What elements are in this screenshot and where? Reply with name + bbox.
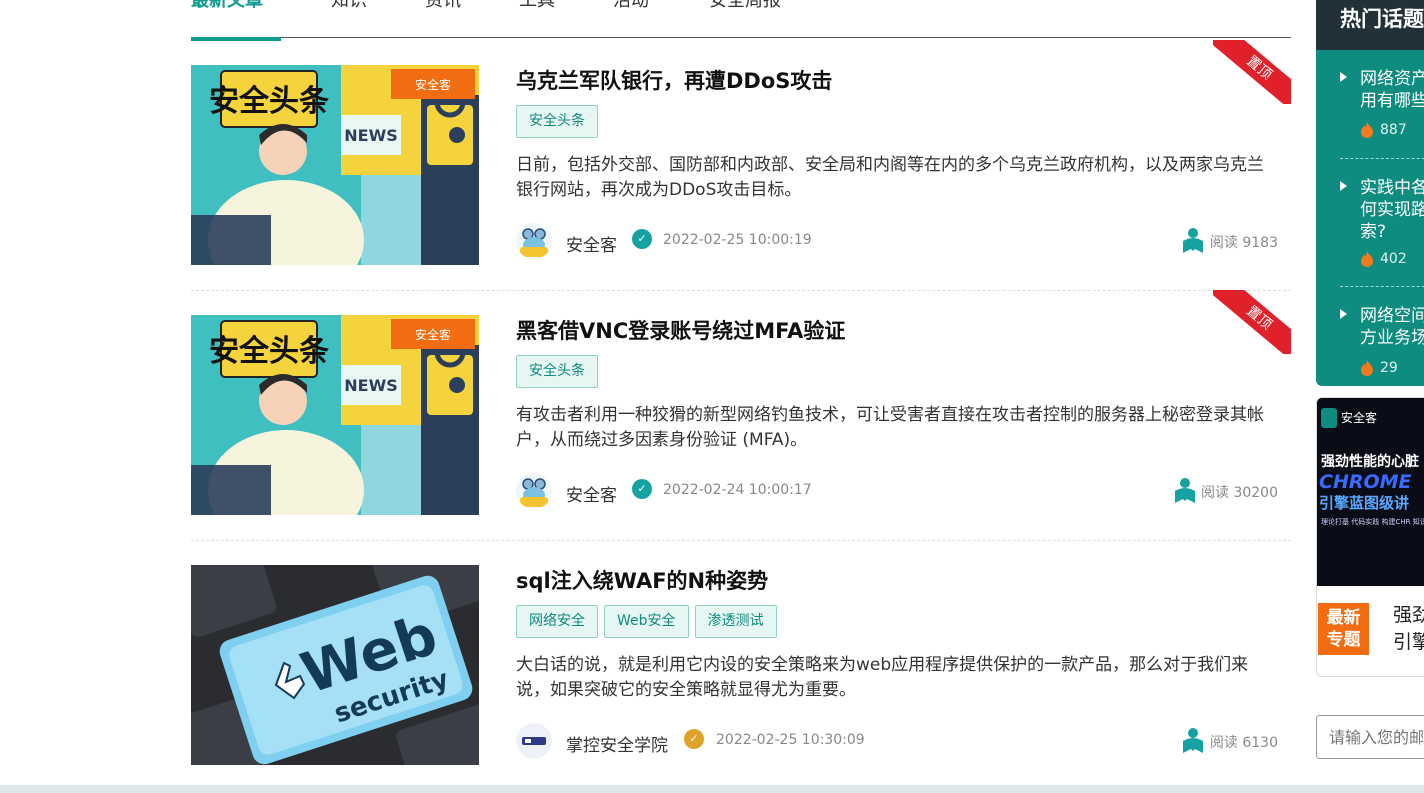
- svg-text:强劲性能的心脏: 强劲性能的心脏: [1321, 453, 1419, 470]
- read-count: 阅读 9183: [1209, 235, 1278, 251]
- article-title[interactable]: 黑客借VNC登录账号绕过MFA验证: [516, 315, 845, 345]
- special-brand: 安全客: [1341, 410, 1377, 425]
- author-name[interactable]: 掌控安全学院: [566, 731, 668, 756]
- hot-topics-title: 热门话题: [1340, 7, 1424, 31]
- verified-icon: ✓: [684, 729, 704, 749]
- tab-weekly[interactable]: 安全周报: [709, 0, 781, 12]
- divider: [191, 540, 1291, 541]
- verified-icon: ✓: [632, 479, 652, 499]
- special-topic-card[interactable]: 安全客 强劲性能的心脏 CHROME 引擎蓝图级讲 理论打基 代码实践 构建CH…: [1316, 397, 1424, 677]
- play-arrow-icon: [1340, 181, 1347, 191]
- svg-text:CHROME: CHROME: [1319, 471, 1412, 493]
- publish-date: 2022-02-25 10:30:09: [716, 732, 865, 748]
- tag[interactable]: Web安全: [604, 605, 689, 638]
- new-topic-badge: 最新 专题: [1318, 603, 1369, 655]
- hot-topic-count: 29: [1380, 360, 1398, 376]
- pinned-label: 置顶: [1213, 40, 1291, 104]
- read-count: 阅读 30200: [1201, 485, 1278, 501]
- email-subscribe-input[interactable]: [1316, 715, 1424, 759]
- tag[interactable]: 渗透测试: [694, 605, 777, 638]
- article-meta: 安全客 ✓ 2022-02-24 10:00:17 阅读 30200: [516, 473, 1278, 509]
- article-title[interactable]: sql注入绕WAF的N种姿势: [516, 565, 768, 595]
- reader-icon: [1174, 477, 1196, 503]
- hot-topic-text[interactable]: 网络空间 方业务场: [1360, 305, 1424, 349]
- footer-strip: [0, 785, 1424, 793]
- article-title[interactable]: 乌克兰军队银行，再遭DDoS攻击: [516, 65, 832, 95]
- reader-icon: [1182, 727, 1204, 753]
- play-arrow-icon: [1340, 72, 1347, 82]
- article-summary: 大白话的说，就是利用它内设的安全策略来为web应用程序提供保护的一款产品，那么对…: [516, 655, 1249, 700]
- verified-icon: ✓: [632, 229, 652, 249]
- tab-tools[interactable]: 工具: [519, 0, 555, 12]
- hot-topics-panel: 热门话题 网络资产 用有哪些 887 实践中各 何实现路 索? 402 网络空间…: [1316, 0, 1424, 386]
- tag[interactable]: 安全头条: [516, 105, 598, 138]
- special-topic-title[interactable]: 强劲 引擎: [1393, 602, 1424, 656]
- svg-text:NEWS: NEWS: [344, 376, 398, 395]
- read-count: 阅读 6130: [1209, 735, 1278, 751]
- tab-latest[interactable]: 最新文章: [191, 0, 263, 12]
- article-card: 安全头条 安全客 NEWS 黑客借VNC登录账号绕过MFA验证 安全头条 有攻击…: [191, 290, 1291, 515]
- article-thumbnail[interactable]: 安全头条 安全客 NEWS: [191, 65, 479, 265]
- svg-text:NEWS: NEWS: [344, 126, 398, 145]
- article-tags: 安全头条: [516, 355, 598, 388]
- article-tags: 网络安全 Web安全 渗透测试: [516, 605, 777, 638]
- svg-text:引擎蓝图级讲: 引擎蓝图级讲: [1319, 494, 1409, 512]
- hot-topic-count: 887: [1380, 122, 1407, 138]
- tab-news[interactable]: 资讯: [425, 0, 461, 12]
- hot-topic-text[interactable]: 实践中各 何实现路 索?: [1360, 177, 1424, 243]
- play-arrow-icon: [1340, 309, 1347, 319]
- hot-topics-header: 热门话题: [1316, 0, 1424, 50]
- publish-date: 2022-02-25 10:00:19: [663, 232, 812, 248]
- pinned-label: 置顶: [1213, 290, 1291, 354]
- author-avatar[interactable]: [516, 723, 552, 759]
- thumb-headline: 安全头条: [209, 334, 329, 369]
- author-avatar[interactable]: [516, 223, 552, 259]
- publish-date: 2022-02-24 10:00:17: [663, 482, 812, 498]
- tab-knowledge[interactable]: 知识: [331, 0, 367, 12]
- article-meta: 安全客 ✓ 2022-02-25 10:00:19 阅读 9183: [516, 223, 1278, 259]
- divider: [1340, 158, 1424, 159]
- svg-text:理论打基 代码实践 构建CHR 知识体系的摩天大厦!: 理论打基 代码实践 构建CHR 知识体系的摩天大厦!: [1321, 517, 1424, 526]
- svg-text:安全客: 安全客: [415, 77, 451, 92]
- article-summary: 日前，包括外交部、国防部和内政部、安全局和内阁等在内的多个乌克兰政府机构，以及两…: [516, 155, 1264, 200]
- author-avatar[interactable]: [516, 473, 552, 509]
- svg-text:安全客: 安全客: [415, 327, 451, 342]
- article-card: Web security sql注入绕WAF的N种姿势 网络安全 Web安全 渗…: [191, 565, 1291, 765]
- article-tabs: 最新文章 知识 资讯 工具 活动 安全周报: [191, 0, 1291, 41]
- divider: [1340, 286, 1424, 287]
- thumb-headline: 安全头条: [209, 84, 329, 119]
- pinned-ribbon: 置顶: [1213, 40, 1291, 104]
- hot-topic-text[interactable]: 网络资产 用有哪些: [1360, 68, 1424, 112]
- tag[interactable]: 安全头条: [516, 355, 598, 388]
- reader-icon: [1182, 227, 1204, 253]
- divider: [191, 290, 1291, 291]
- pinned-ribbon: 置顶: [1213, 290, 1291, 354]
- tag[interactable]: 网络安全: [516, 605, 598, 638]
- article-tags: 安全头条: [516, 105, 598, 138]
- tab-events[interactable]: 活动: [613, 0, 649, 12]
- author-name[interactable]: 安全客: [566, 231, 617, 256]
- special-topic-banner[interactable]: 安全客 强劲性能的心脏 CHROME 引擎蓝图级讲 理论打基 代码实践 构建CH…: [1317, 398, 1424, 586]
- author-name[interactable]: 安全客: [566, 481, 617, 506]
- article-thumbnail[interactable]: Web security: [191, 565, 479, 765]
- article-meta: 掌控安全学院 ✓ 2022-02-25 10:30:09 阅读 6130: [516, 723, 1278, 759]
- hot-topic-count: 402: [1380, 251, 1407, 267]
- active-tab-indicator: [191, 37, 281, 41]
- article-summary: 有攻击者利用一种狡猾的新型网络钓鱼技术，可让受害者直接在攻击者控制的服务器上秘密…: [516, 405, 1264, 450]
- article-thumbnail[interactable]: 安全头条 安全客 NEWS: [191, 315, 479, 515]
- article-card: 安全头条 安全客 NEWS 乌克兰军队银行，再遭DDoS攻击 安全头条 日前，包…: [191, 40, 1291, 265]
